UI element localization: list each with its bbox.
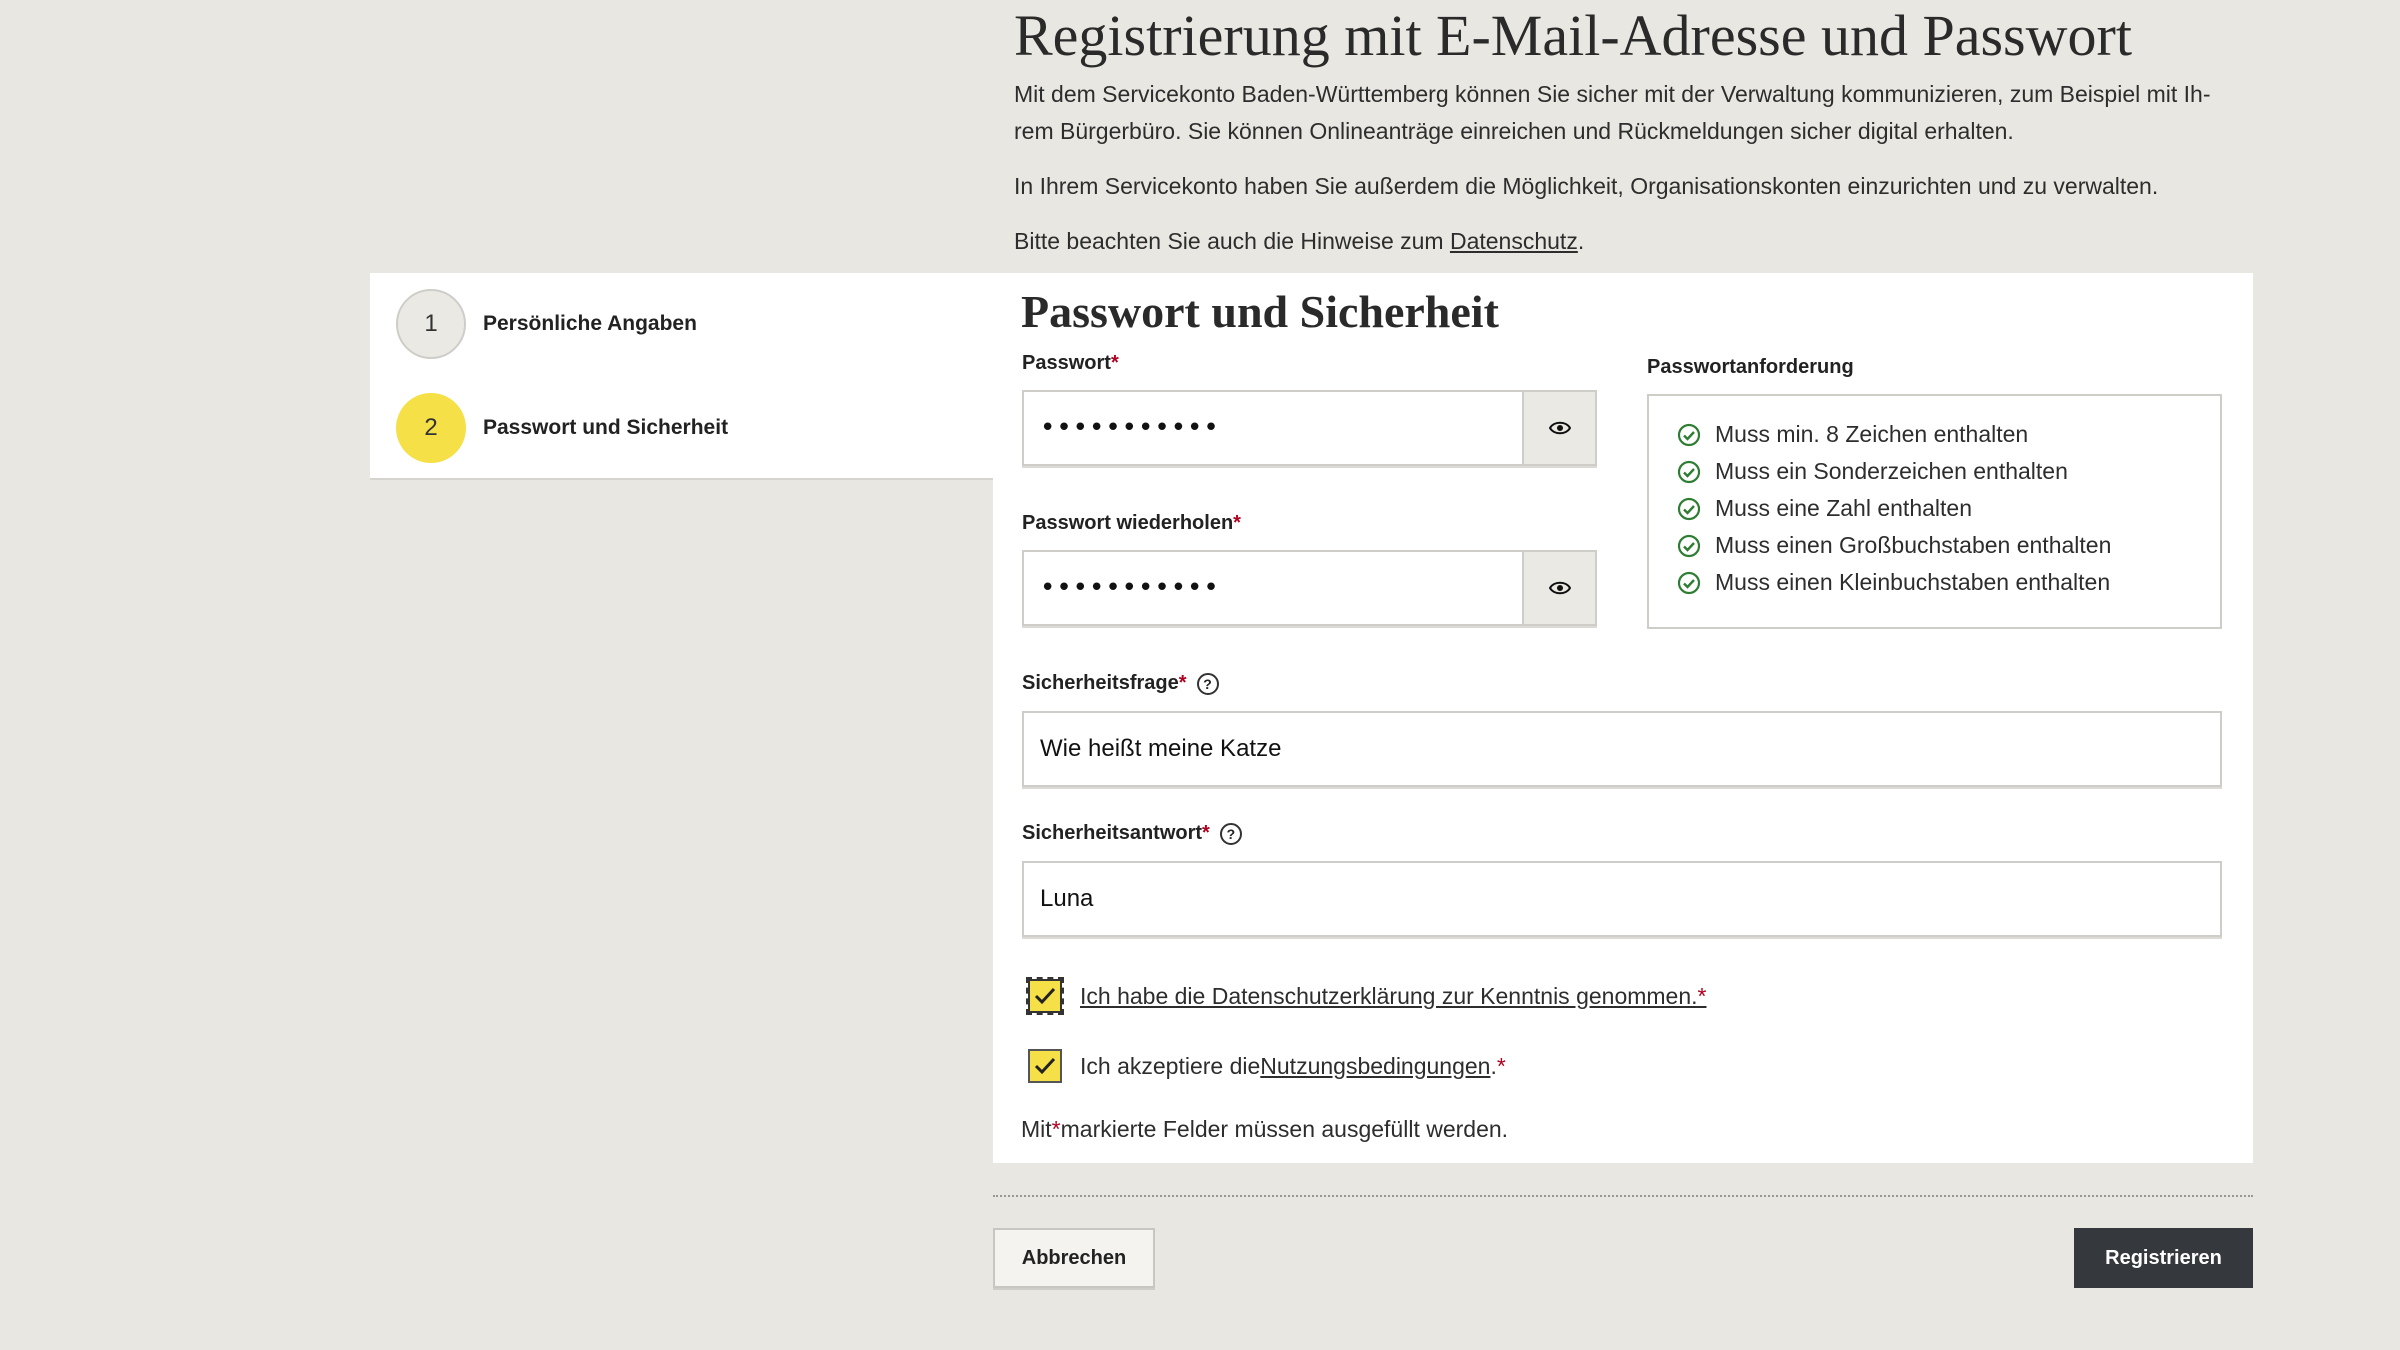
required-marker: * [1178, 672, 1187, 694]
intro-paragraph: Mit dem Servicekonto Baden-Württemberg k… [1014, 76, 2244, 150]
required-marker: * [1051, 1116, 1061, 1142]
privacy-hint-prefix: Bitte beachten Sie auch die Hinweise zum [1014, 228, 1450, 254]
required-fields-note: Mit * markierte Felder müssen ausgefüllt… [1021, 1116, 1508, 1143]
check-circle-icon [1677, 571, 1701, 594]
check-circle-icon [1677, 497, 1701, 520]
intro-line-2: rem Bürgerbüro. Sie können Onlineanträge… [1014, 118, 2014, 144]
step-personal-data[interactable]: 1 Persönliche Angaben [396, 289, 697, 359]
section-title: Passwort und Sicherheit [1021, 286, 1499, 337]
help-icon[interactable]: ? [1219, 822, 1242, 845]
requirement-text: Muss einen Kleinbuchstaben enthalten [1715, 569, 2111, 595]
step-label-personal-data: Persönliche Angaben [483, 312, 697, 335]
show-password-repeat-button[interactable] [1522, 552, 1595, 624]
help-icon[interactable]: ? [1196, 672, 1219, 695]
eye-icon [1548, 581, 1571, 595]
checkmark-icon [1034, 1057, 1056, 1075]
terms-consent-prefix: Ich akzeptiere die [1080, 1052, 1261, 1079]
password-requirements-title: Passwortanforderung [1647, 356, 1854, 378]
check-circle-icon [1677, 460, 1701, 483]
check-circle-icon [1677, 534, 1701, 557]
password-input[interactable] [1024, 392, 1522, 464]
privacy-hint-suffix: . [1577, 228, 1585, 254]
privacy-link[interactable]: Datenschutz [1450, 228, 1578, 254]
required-marker: * [1496, 1052, 1506, 1079]
privacy-consent-checkbox[interactable] [1026, 977, 1064, 1015]
requirement-text: Muss einen Großbuchstaben enthalten [1715, 532, 2112, 558]
intro-organisation-paragraph: In Ihrem Servicekonto haben Sie außerdem… [1014, 173, 2159, 199]
privacy-consent-row: Ich habe die Datenschutzerklärung zur Ke… [1026, 977, 1706, 1015]
security-question-input[interactable] [1022, 711, 2222, 787]
required-marker: * [1110, 352, 1119, 374]
password-repeat-label-text: Passwort wiederholen [1022, 512, 1234, 534]
show-password-button[interactable] [1522, 392, 1595, 464]
register-button[interactable]: Registrieren [2074, 1228, 2253, 1288]
divider [993, 1195, 2253, 1197]
eye-icon [1548, 421, 1571, 435]
password-repeat-label: Passwort wiederholen * [1022, 512, 1241, 535]
password-requirements-box: Muss min. 8 Zeichen enthalten Muss ein S… [1647, 394, 2222, 629]
required-note-prefix: Mit [1021, 1116, 1052, 1142]
requirement-text: Muss min. 8 Zeichen enthalten [1715, 421, 2029, 447]
password-repeat-field [1022, 550, 1597, 626]
check-circle-icon [1677, 423, 1701, 446]
step-label-password-security: Passwort und Sicherheit [483, 416, 729, 439]
step-password-security[interactable]: 2 Passwort und Sicherheit [396, 393, 728, 463]
terms-link[interactable]: Nutzungsbedingungen [1260, 1053, 1490, 1080]
required-note-suffix: markierte Felder müssen ausgefüllt werde… [1060, 1116, 1509, 1142]
security-answer-label-text: Sicherheitsantwort [1022, 822, 1203, 844]
privacy-consent-link[interactable]: Ich habe die Datenschutzerklärung zur Ke… [1080, 983, 1706, 1010]
privacy-consent-label: Ich habe die Datenschutzerklärung zur Ke… [1080, 982, 1698, 1009]
requirement-item: Muss min. 8 Zeichen enthalten [1677, 416, 2192, 453]
intro-line-1: Mit dem Servicekonto Baden-Württemberg k… [1014, 81, 2211, 107]
password-label: Passwort * [1022, 352, 1119, 375]
required-marker: * [1233, 512, 1241, 534]
requirement-item: Muss ein Sonderzeichen enthalten [1677, 453, 2192, 490]
requirement-text: Muss ein Sonderzeichen enthalten [1715, 458, 2068, 484]
security-question-label-text: Sicherheitsfrage [1022, 672, 1179, 694]
checkmark-icon [1034, 987, 1056, 1005]
requirement-item: Muss eine Zahl enthalten [1677, 490, 2192, 527]
required-marker: * [1697, 982, 1707, 1009]
security-question-label: Sicherheitsfrage * ? [1022, 672, 1219, 695]
security-answer-input[interactable] [1022, 861, 2222, 937]
password-field [1022, 390, 1597, 466]
security-answer-label: Sicherheitsantwort * ? [1022, 822, 1242, 845]
cancel-button[interactable]: Abbrechen [993, 1228, 1155, 1288]
requirement-text: Muss eine Zahl enthalten [1715, 495, 1972, 521]
terms-consent-checkbox[interactable] [1028, 1049, 1062, 1083]
password-repeat-input[interactable] [1024, 552, 1522, 624]
privacy-hint-paragraph: Bitte beachten Sie auch die Hinweise zum… [1014, 223, 2244, 260]
required-marker: * [1202, 822, 1210, 844]
password-label-text: Passwort [1022, 352, 1111, 374]
step-number-1: 1 [396, 289, 466, 359]
stepper: 1 Persönliche Angaben 2 Passwort und Sic… [370, 273, 993, 480]
terms-consent-row: Ich akzeptiere die Nutzungsbedingungen. * [1028, 1049, 1506, 1083]
requirement-item: Muss einen Großbuchstaben enthalten [1677, 527, 2192, 564]
page-title: Registrierung mit E-Mail-Adresse und Pas… [1014, 3, 2132, 68]
step-number-2: 2 [396, 393, 466, 463]
requirement-item: Muss einen Kleinbuchstaben enthalten [1677, 564, 2192, 601]
